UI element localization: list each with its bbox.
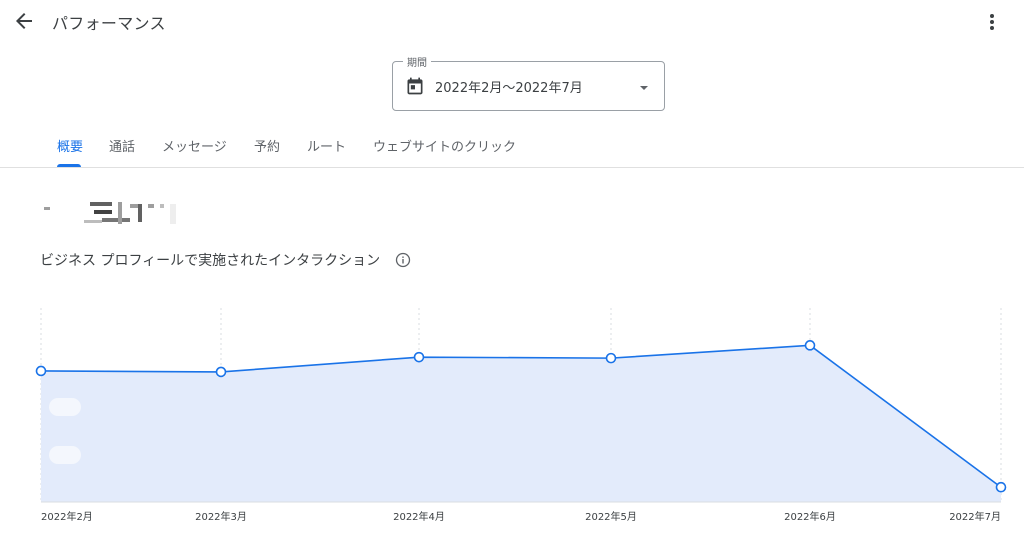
interactions-chart: 2022年2月 2022年3月 2022年4月 2022年5月 2022年6月 2022年… [0,300,1024,540]
data-point[interactable] [804,340,816,351]
tab-bar: 概要 通話 メッセージ 予約 ルート ウェブサイトのクリック [0,126,1024,168]
tab-directions[interactable]: ルート [307,136,346,155]
tab-website-clicks[interactable]: ウェブサイトのクリック [373,136,516,155]
tab-messages[interactable]: メッセージ [162,136,227,155]
arrow-back-icon[interactable] [12,9,36,33]
date-range-value: 2022年2月～2022年7月 [435,81,583,96]
tab-calls[interactable]: 通話 [109,136,135,155]
info-icon[interactable] [395,252,411,268]
data-point[interactable] [215,366,227,378]
tab-overview[interactable]: 概要 [57,136,83,155]
x-tick-label: 2022年4月 [393,510,445,523]
date-range-label: 期間 [403,54,431,69]
top-bar: パフォーマンス [0,0,1024,44]
x-tick-label: 2022年6月 [784,510,836,523]
metric-label: ビジネス プロフィールで実施されたインタラクション [40,253,381,269]
active-tab-indicator [57,164,81,167]
x-tick-label: 2022年7月 [949,510,1001,523]
tab-bookings[interactable]: 予約 [254,136,280,155]
data-point[interactable] [605,352,617,364]
more-vert-icon[interactable] [980,10,1004,34]
x-tick-label: 2022年5月 [585,510,637,523]
area-fill [41,345,1001,502]
x-tick-label: 2022年3月 [195,510,247,523]
x-tick-label: 2022年2月 [41,510,93,523]
page-title: パフォーマンス [52,14,166,33]
interactions-total-redacted [40,198,190,226]
data-point[interactable] [35,365,47,377]
calendar-icon [405,76,425,96]
data-point[interactable] [995,481,1007,493]
date-range-select[interactable]: 期間 2022年2月～2022年7月 [392,54,665,111]
data-point[interactable] [413,351,425,363]
caret-down-icon [637,80,651,94]
